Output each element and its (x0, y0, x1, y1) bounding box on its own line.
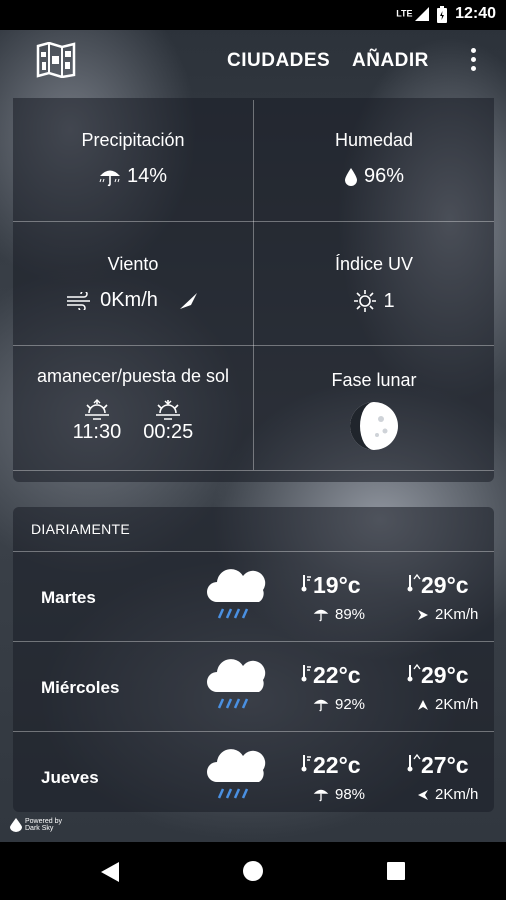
uv-index-value: 1 (383, 289, 395, 312)
forecast-wind-value: 2Km/h (435, 696, 479, 713)
forecast-precip: 92% (313, 696, 365, 713)
thermometer-low-icon (301, 755, 311, 772)
forecast-row[interactable]: Martes 19°c 29°c 89% 2Km/h (13, 552, 494, 641)
sun-icon (354, 290, 377, 312)
low-temp: 22°c (301, 662, 361, 689)
forecast-wind-value: 2Km/h (435, 786, 479, 803)
forecast-row[interactable]: Miércoles 22°c 29°c 92% 2Km/h (13, 642, 494, 731)
wind-direction-icon (179, 292, 197, 309)
forecast-day: Jueves (41, 768, 99, 787)
precipitation-value: 14% (126, 165, 168, 187)
wind-cell: Viento 0Km/h (13, 222, 253, 344)
humidity-cell: Humedad 96% (254, 98, 494, 220)
forecast-row[interactable]: Jueves 22°c 27°c 98% 2Km/h (13, 732, 494, 821)
forecast-precip-value: 98% (335, 786, 366, 803)
low-temp: 19°c (301, 572, 361, 599)
forecast-day: Martes (41, 588, 96, 607)
wind-direction-icon (418, 699, 428, 710)
forecast-precip: 98% (313, 786, 365, 803)
dark-sky-logo-icon (10, 818, 22, 832)
sunrise-time: 11:30 (72, 421, 122, 443)
low-temp-value: 22°c (313, 752, 361, 778)
powered-line2: Dark Sky (25, 825, 54, 832)
daily-header: DIARIAMENTE (31, 521, 130, 537)
forecast-wind: 2Km/h (417, 606, 478, 623)
divider (13, 470, 494, 471)
details-panel: Precipitación 14% Humedad 96% Viento 0Km… (13, 98, 494, 482)
moon-phase-label: Fase lunar (331, 370, 417, 390)
thermometer-high-icon (407, 753, 421, 772)
wind-direction-icon (418, 789, 428, 800)
overflow-menu-icon[interactable] (470, 48, 478, 75)
sunrise-sunset-cell: amanecer/puesta de sol 11:30 00:25 (13, 346, 253, 468)
add-button[interactable]: AÑADIR (352, 50, 429, 72)
thermometer-low-icon (301, 575, 311, 592)
sunset-icon (156, 400, 181, 420)
navigation-bar (0, 842, 506, 900)
daily-forecast-panel: DIARIAMENTE Martes 19°c 29°c 89% 2Km/h M… (13, 507, 494, 812)
rain-cloud-icon (207, 659, 266, 709)
forecast-precip-value: 89% (335, 606, 366, 623)
wind-label: Viento (107, 254, 159, 274)
cities-button[interactable]: CIUDADES (227, 50, 330, 72)
high-temp: 27°c (407, 752, 469, 779)
high-temp-value: 29°c (421, 572, 469, 598)
forecast-precip: 89% (313, 606, 365, 623)
battery-icon (437, 5, 448, 23)
uv-index-cell: Índice UV 1 (254, 222, 494, 344)
moon-icon (350, 402, 398, 450)
precipitation-label: Precipitación (81, 130, 185, 150)
thermometer-high-icon (407, 663, 421, 682)
app-bar: CIUDADES AÑADIR (0, 30, 506, 94)
water-drop-icon (344, 167, 357, 186)
forecast-precip-value: 92% (335, 696, 366, 713)
sunrise-sunset-label: amanecer/puesta de sol (36, 366, 230, 386)
forecast-day: Miércoles (41, 678, 120, 697)
low-temp: 22°c (301, 752, 361, 779)
sunset-time: 00:25 (143, 421, 194, 443)
moon-phase-cell: Fase lunar (254, 346, 494, 468)
humidity-value: 96% (363, 165, 405, 187)
forecast-wind: 2Km/h (417, 786, 478, 803)
powered-line1: Powered by (25, 818, 62, 825)
clock: 12:40 (455, 5, 496, 22)
high-temp: 29°c (407, 662, 469, 689)
wind-icon (67, 291, 91, 310)
forecast-wind: 2Km/h (417, 696, 478, 713)
precipitation-cell: Precipitación 14% (13, 98, 253, 220)
high-temp-value: 27°c (421, 752, 469, 778)
wind-direction-icon (418, 609, 428, 620)
umbrella-icon (313, 609, 329, 622)
recents-icon[interactable] (387, 862, 405, 880)
uv-index-label: Índice UV (334, 254, 414, 274)
status-bar: LTE 12:40 (0, 0, 506, 30)
thermometer-low-icon (301, 665, 311, 682)
high-temp-value: 29°c (421, 662, 469, 688)
umbrella-icon (313, 699, 329, 712)
back-icon[interactable] (100, 861, 120, 883)
rain-cloud-icon (207, 569, 266, 619)
humidity-label: Humedad (334, 130, 414, 150)
thermometer-high-icon (407, 573, 421, 592)
rain-cloud-icon (207, 749, 266, 799)
network-type: LTE (396, 8, 413, 19)
map-logo-icon[interactable] (36, 42, 76, 78)
umbrella-icon (99, 170, 120, 186)
low-temp-value: 22°c (313, 662, 361, 688)
umbrella-icon (313, 789, 329, 802)
high-temp: 29°c (407, 572, 469, 599)
low-temp-value: 19°c (313, 572, 361, 598)
wind-value: 0Km/h (100, 289, 158, 311)
sunrise-icon (84, 399, 109, 420)
signal-icon: LTE (396, 7, 430, 21)
forecast-wind-value: 2Km/h (435, 606, 479, 623)
home-icon[interactable] (242, 860, 264, 882)
powered-by-dark-sky[interactable]: Powered by Dark Sky (10, 818, 62, 832)
